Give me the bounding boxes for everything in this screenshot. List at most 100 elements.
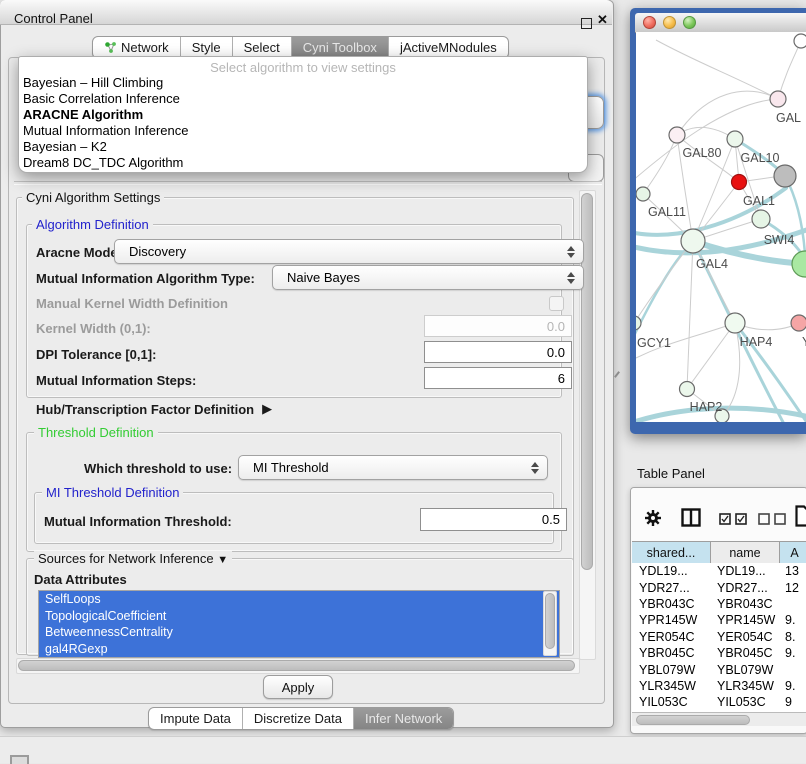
network-node-top-partial[interactable] — [794, 34, 806, 48]
attribute-item[interactable]: BetweennessCentrality — [39, 624, 559, 641]
algorithm-option[interactable]: Basic Correlation Inference — [19, 91, 587, 107]
node-label: GAL1 — [743, 194, 775, 208]
algorithm-option[interactable]: Bayesian – K2 — [19, 139, 587, 155]
mi-threshold-label: Mutual Information Threshold: — [44, 514, 232, 529]
attribute-item[interactable]: SelfLoops — [39, 591, 559, 608]
table-cell: YER054C — [710, 630, 778, 644]
expand-right-icon[interactable]: ▶ — [262, 401, 272, 417]
network-node-gal10[interactable] — [727, 131, 743, 147]
table-cell: YBR045C — [710, 646, 778, 660]
network-node-gcy1[interactable] — [636, 316, 641, 330]
hub-definition-expander[interactable]: Hub/Transcription Factor Definition ▶ — [36, 401, 272, 417]
stepper-icon — [530, 462, 539, 474]
algorithm-option[interactable]: ARACNE Algorithm — [19, 107, 587, 123]
network-node-gal4[interactable] — [681, 229, 705, 253]
table-row[interactable]: YDL19...YDL19...13 — [632, 563, 806, 579]
table-row[interactable]: YDR27...YDR27...12 — [632, 579, 806, 595]
mi-threshold-input[interactable]: 0.5 — [420, 508, 567, 531]
kernel-width-label: Kernel Width (0,1): — [36, 321, 151, 336]
list-vscrollbar-thumb[interactable] — [545, 593, 555, 649]
data-attributes-list[interactable]: SelfLoopsTopologicalCoefficientBetweenne… — [38, 590, 560, 658]
data-attributes-label: Data Attributes — [34, 572, 127, 587]
table-row[interactable]: YBR043CYBR043C — [632, 596, 806, 612]
node-label: GAL10 — [741, 151, 780, 165]
node-label: GAL11 — [648, 205, 686, 219]
network-node-hap2[interactable] — [680, 382, 695, 397]
table-hscrollbar[interactable] — [632, 712, 806, 726]
gear-icon[interactable] — [644, 509, 662, 527]
tab-infer-network[interactable]: Infer Network — [353, 708, 453, 729]
column-header[interactable]: shared... — [632, 542, 711, 564]
manual-kernel-label: Manual Kernel Width Definition — [36, 296, 228, 311]
table-row[interactable]: YBR045CYBR045C9. — [632, 645, 806, 661]
network-node-hap4[interactable] — [725, 313, 745, 333]
tab-jactivemnodules[interactable]: jActiveMNodules — [388, 37, 508, 58]
table-row[interactable]: YIL053CYIL053C9 — [632, 694, 806, 710]
table-cell: YBR045C — [632, 646, 710, 660]
sources-title[interactable]: Sources for Network Inference ▼ — [34, 551, 232, 566]
minimize-traffic-icon[interactable] — [663, 16, 676, 29]
table-row[interactable]: YBL079WYBL079W — [632, 661, 806, 677]
table-cell: YPR145W — [632, 613, 710, 627]
aracne-mode-select[interactable]: Discovery — [114, 239, 584, 264]
deselect-all-columns-icon[interactable] — [758, 513, 788, 525]
table-cell: YIL053C — [632, 695, 710, 709]
tab-select[interactable]: Select — [232, 37, 291, 58]
network-node-gal11[interactable] — [636, 187, 650, 201]
tab-impute-data[interactable]: Impute Data — [149, 708, 242, 729]
network-icon — [104, 41, 117, 54]
which-threshold-select[interactable]: MI Threshold — [238, 455, 548, 480]
table-row[interactable]: YPR145WYPR145W9. — [632, 612, 806, 628]
network-node-swi4[interactable] — [752, 210, 770, 228]
table-row[interactable]: YLR345WYLR345W9. — [632, 678, 806, 694]
algorithm-option[interactable]: Mutual Information Inference — [19, 123, 587, 139]
algorithm-option[interactable]: Dream8 DC_TDC Algorithm — [19, 155, 587, 171]
zoom-traffic-icon[interactable] — [683, 16, 696, 29]
table-body[interactable]: YDL19...YDL19...13YDR27...YDR27...12YBR0… — [632, 563, 806, 712]
table-row[interactable]: YER054CYER054C8. — [632, 629, 806, 645]
table-cell: 8. — [778, 630, 806, 644]
tab-discretize-data[interactable]: Discretize Data — [242, 708, 353, 729]
node-label: HAP2 — [690, 400, 723, 414]
bottom-tabbar: Impute DataDiscretize DataInfer Network — [148, 707, 454, 730]
table-cell: YDR27... — [710, 581, 778, 595]
algorithm-dropdown-popup: Select algorithm to view settings Bayesi… — [18, 56, 588, 173]
algorithm-option[interactable]: Bayesian – Hill Climbing — [19, 75, 587, 91]
tab-network[interactable]: Network — [93, 37, 180, 58]
close-icon[interactable]: ✕ — [597, 12, 608, 28]
attribute-item[interactable]: TopologicalCoefficient — [39, 608, 559, 625]
table-header-row: shared...nameA — [632, 541, 806, 565]
node-label: HAP4 — [740, 335, 773, 349]
network-canvas[interactable]: GALGAL80GAL10GAL1GAL11SWI4GAL4GCY1HAP4YH… — [636, 32, 806, 422]
network-node-gal80[interactable] — [669, 127, 685, 143]
attribute-item[interactable]: gal4RGexp — [39, 641, 559, 658]
table-hscrollbar-thumb[interactable] — [636, 715, 750, 725]
settings-hscrollbar-thumb[interactable] — [18, 660, 575, 671]
table-panel-title: Table Panel — [637, 466, 705, 481]
apply-button[interactable]: Apply — [263, 675, 333, 699]
cursor-mark — [614, 371, 620, 378]
dpi-tolerance-input[interactable]: 0.0 — [424, 341, 572, 363]
table-cell: 9 — [778, 695, 806, 709]
float-window-icon[interactable] — [581, 18, 592, 29]
network-node-pink-top[interactable] — [770, 91, 786, 107]
manual-kernel-checkbox[interactable] — [549, 296, 564, 311]
new-document-icon[interactable] — [795, 505, 806, 527]
column-header[interactable]: name — [711, 542, 780, 564]
close-traffic-icon[interactable] — [643, 16, 656, 29]
tab-cyni-toolbox[interactable]: Cyni Toolbox — [291, 37, 388, 58]
network-node-big-green[interactable] — [792, 251, 806, 277]
network-node-gal1-red[interactable] — [732, 175, 747, 190]
table-cell: YBL079W — [710, 663, 778, 677]
column-header[interactable]: A — [780, 542, 806, 564]
tab-style[interactable]: Style — [180, 37, 232, 58]
split-columns-icon[interactable] — [681, 508, 701, 527]
select-all-columns-icon[interactable] — [719, 513, 749, 525]
collapse-down-icon[interactable]: ▼ — [217, 554, 228, 566]
minimized-chip[interactable] — [10, 755, 29, 764]
network-node-gray[interactable] — [774, 165, 796, 187]
network-node-pink-right[interactable] — [791, 315, 806, 331]
mi-algorithm-type-select[interactable]: Naive Bayes — [272, 265, 584, 290]
kernel-width-input[interactable]: 0.0 — [424, 315, 572, 337]
mi-steps-input[interactable]: 6 — [424, 367, 572, 389]
